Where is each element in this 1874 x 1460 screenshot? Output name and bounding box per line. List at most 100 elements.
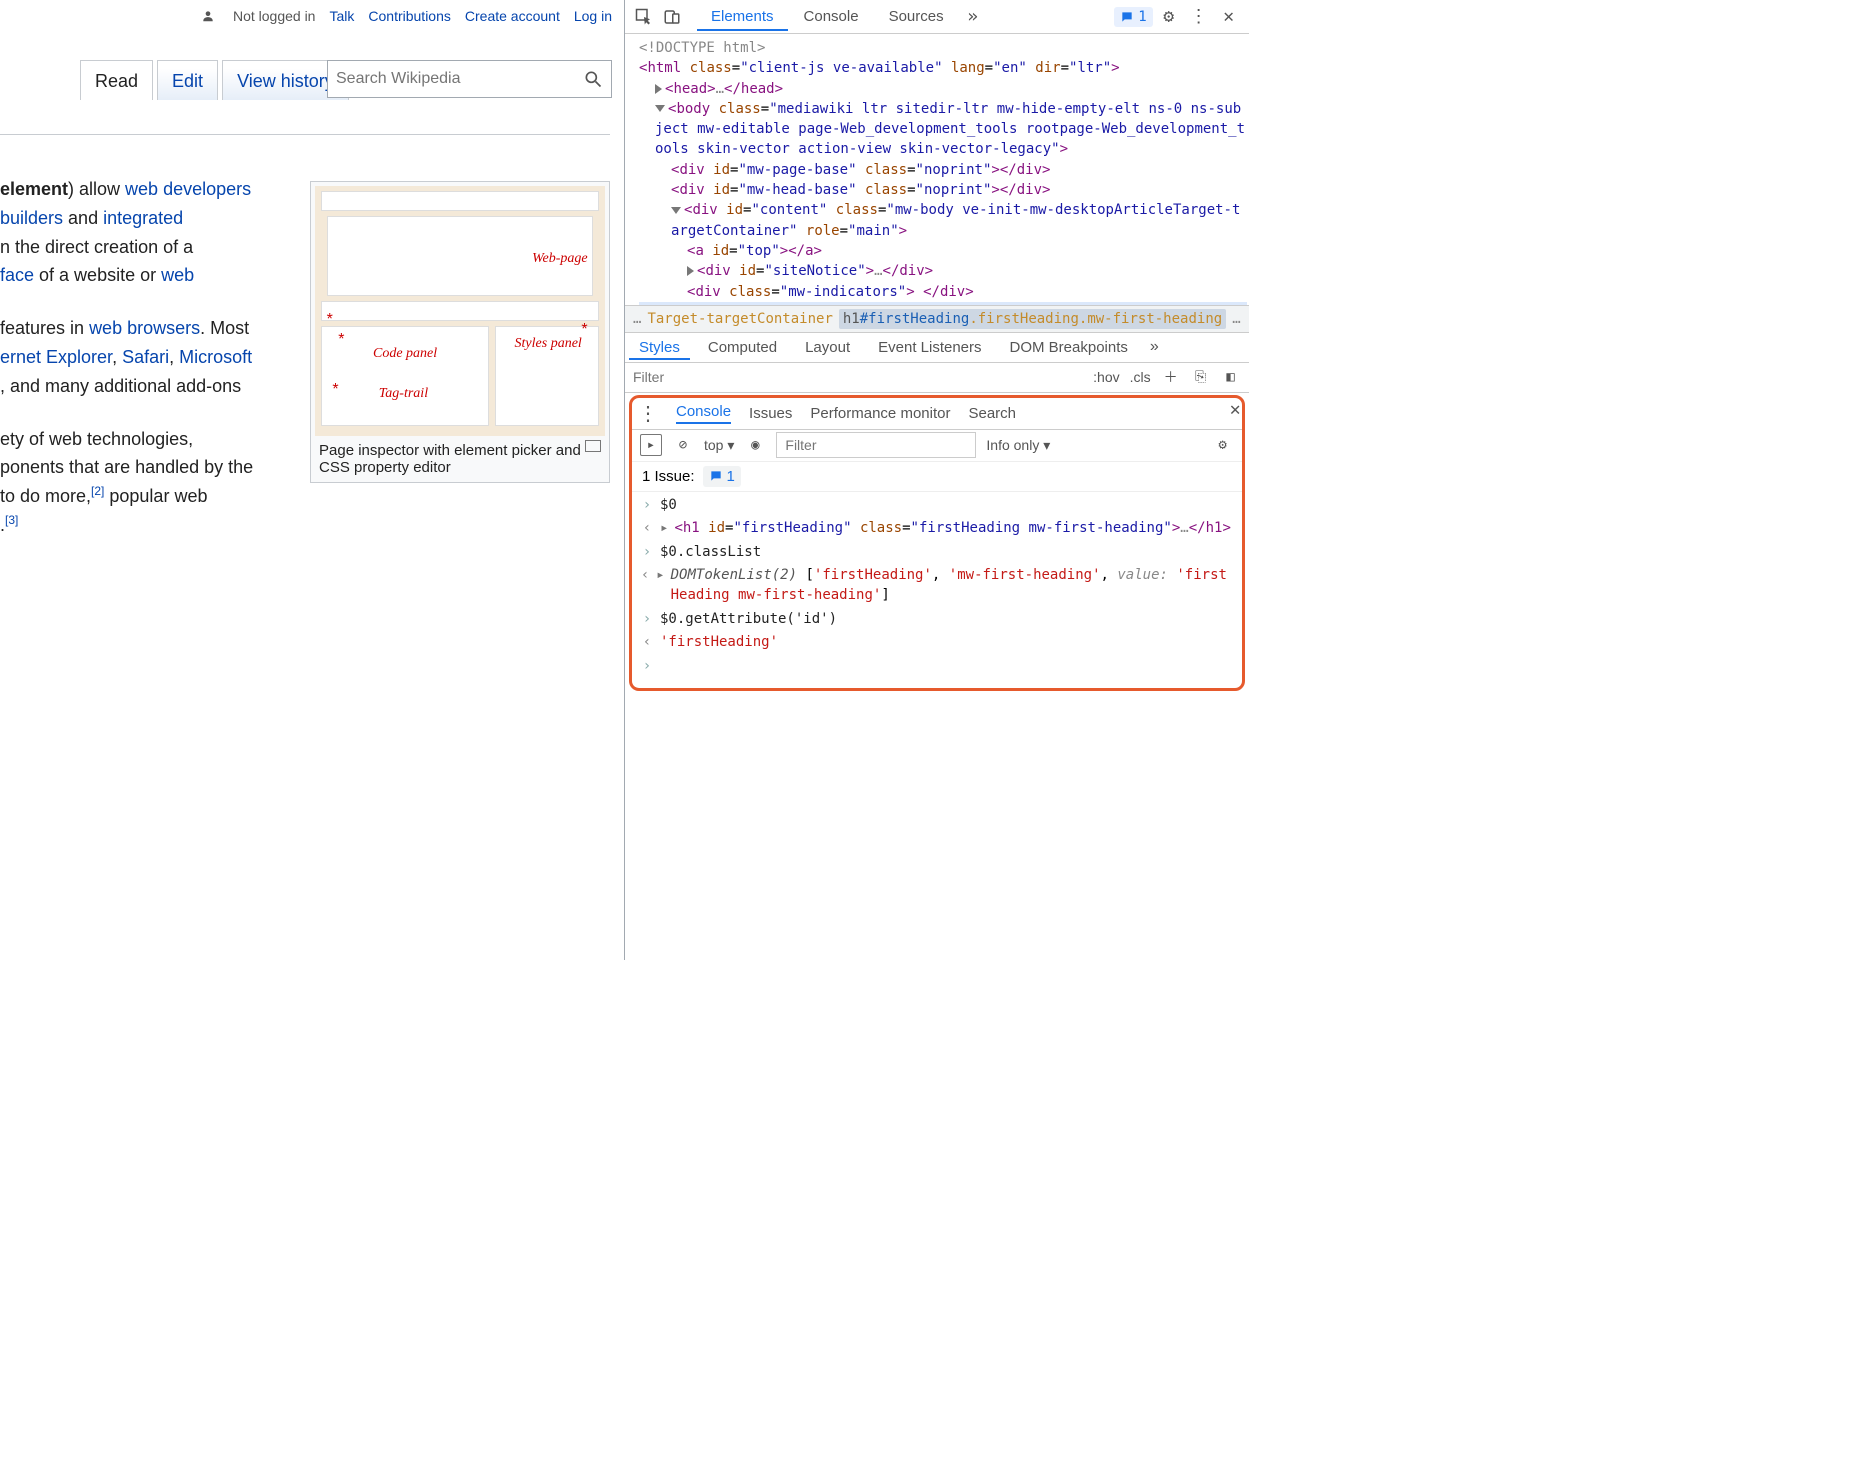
contributions-link[interactable]: Contributions [368,8,451,24]
log-in-link[interactable]: Log in [574,8,612,24]
console-body[interactable]: $0 ▸<h1 id="firstHeading" class="firstHe… [632,492,1242,685]
drawer-menu-icon[interactable]: ⋮ [638,401,658,426]
console-input-row[interactable]: $0.getAttribute('id') [638,608,1236,632]
link-integrated[interactable]: integrated [103,208,183,228]
issues-pill[interactable]: 1 [1114,7,1152,27]
close-icon[interactable]: ✕ [1215,6,1243,27]
citation-link[interactable]: [2] [91,484,104,498]
search-input[interactable] [336,70,583,88]
issues-badge[interactable]: 1 [703,466,741,487]
link-web-browsers[interactable]: web browsers [89,318,200,338]
stab-layout[interactable]: Layout [795,335,860,360]
styles-filter-input[interactable] [633,369,1083,385]
drawer-tab-perf[interactable]: Performance monitor [810,405,950,422]
drawer-tab-issues[interactable]: Issues [749,405,792,422]
stab-event-listeners[interactable]: Event Listeners [868,335,991,360]
kebab-icon[interactable]: ⋮ [1185,6,1213,27]
crumb-selected[interactable]: h1#firstHeading.firstHeading.mw-first-he… [839,309,1226,329]
enlarge-icon[interactable] [585,440,601,452]
console-output-row[interactable]: ▸<h1 id="firstHeading" class="firstHeadi… [638,517,1236,541]
thumb-label-stylespanel: Styles panel [515,336,582,352]
toggle-sidebar-icon[interactable]: ▸ [640,434,662,456]
toggle-sidebar-icon[interactable]: ◧ [1221,367,1241,387]
content-page: Not logged in Talk Contributions Create … [0,0,625,960]
copy-style-icon[interactable]: ⎘ [1191,367,1211,387]
tab-sources[interactable]: Sources [875,2,958,31]
dom-breadcrumbs: … Target-targetContainer h1#firstHeading… [625,305,1249,333]
link-safari[interactable]: Safari [122,347,169,367]
dom-row[interactable]: <div id="content" class="mw-body ve-init… [639,200,1247,241]
dom-tree[interactable]: <!DOCTYPE html> <html class="client-js v… [625,34,1249,305]
not-logged-in-label: Not logged in [233,8,316,24]
drawer-close-icon[interactable]: ✕ [1230,399,1241,420]
page-tabs: Read Edit View history [80,60,349,100]
drawer-tabbar: ⋮ Console Issues Performance monitor Sea… [632,398,1242,430]
new-style-icon[interactable]: ＋ [1161,367,1181,387]
link-ie[interactable]: ernet Explorer [0,347,112,367]
console-filter-input[interactable] [776,432,976,458]
article-body: Web-page Code panel Styles panel Tag-tra… [0,120,624,960]
cls-toggle[interactable]: .cls [1130,369,1151,385]
crumb-overflow[interactable]: … [633,311,641,327]
thumbnail-image[interactable]: Web-page Code panel Styles panel Tag-tra… [315,186,605,436]
devtools-panel: Elements Console Sources » 1 ⚙ ⋮ ✕ <!DOC… [625,0,1249,960]
dom-row[interactable]: <!DOCTYPE html> [639,38,1247,58]
talk-link[interactable]: Talk [329,8,354,24]
article-thumbnail: Web-page Code panel Styles panel Tag-tra… [310,181,610,483]
tab-elements[interactable]: Elements [697,2,788,31]
thumb-label-tagtrail: Tag-trail [379,386,428,402]
clear-console-icon[interactable]: ⊘ [672,434,694,456]
dom-row[interactable]: <div class="mw-indicators"> </div> [639,282,1247,302]
drawer-tab-console[interactable]: Console [676,403,731,424]
search-box[interactable] [327,60,612,98]
tab-console[interactable]: Console [790,2,873,31]
link-web[interactable]: web [161,265,194,285]
live-expression-icon[interactable]: ◉ [744,434,766,456]
dom-row[interactable]: <div id="mw-page-base" class="noprint"><… [639,160,1247,180]
console-output-row[interactable]: ▸DOMTokenList(2) ['firstHeading', 'mw-fi… [638,564,1236,607]
execution-context-select[interactable]: top ▾ [704,437,734,454]
styles-tabbar: Styles Computed Layout Event Listeners D… [625,333,1249,363]
user-icon [201,9,219,23]
link-microsoft[interactable]: Microsoft [179,347,252,367]
link-face[interactable]: face [0,265,34,285]
dom-row[interactable]: <a id="top"></a> [639,241,1247,261]
device-toolbar-icon[interactable] [659,4,685,30]
drawer-tab-search[interactable]: Search [968,405,1016,422]
crumb-overflow[interactable]: … [1232,311,1240,327]
log-level-select[interactable]: Info only ▾ [986,437,1050,454]
dom-row[interactable]: <div id="siteNotice">…</div> [639,261,1247,281]
issues-label: 1 Issue: [642,468,695,485]
stab-styles[interactable]: Styles [629,335,690,360]
stab-dom-breakpoints[interactable]: DOM Breakpoints [1000,335,1138,360]
thumbnail-caption: Page inspector with element picker and C… [315,436,605,478]
more-tabs-icon[interactable]: » [960,4,986,30]
stab-computed[interactable]: Computed [698,335,787,360]
console-prompt[interactable] [638,655,1236,679]
link-builders[interactable]: builders [0,208,63,228]
create-account-link[interactable]: Create account [465,8,560,24]
citation-link[interactable]: [3] [5,513,18,527]
inspect-element-icon[interactable] [631,4,657,30]
hov-toggle[interactable]: :hov [1093,369,1119,385]
search-icon[interactable] [583,69,603,89]
tab-edit[interactable]: Edit [157,60,218,100]
dom-row[interactable]: <head>…</head> [639,79,1247,99]
devtools-drawer: ✕ ⋮ Console Issues Performance monitor S… [625,393,1249,698]
dom-row[interactable]: <html class="client-js ve-available" lan… [639,58,1247,78]
console-input-row[interactable]: $0.classList [638,541,1236,565]
console-output-row[interactable]: 'firstHeading' [638,631,1236,655]
console-settings-icon[interactable]: ⚙ [1212,434,1234,456]
link-web-developers[interactable]: web developers [125,179,251,199]
dom-row[interactable]: <div id="mw-head-base" class="noprint"><… [639,180,1247,200]
dom-row-selected[interactable]: <h1 id="firstHeading" class="firstHeadin… [639,302,1247,305]
console-toolbar: ▸ ⊘ top ▾ ◉ Info only ▾ ⚙ [632,430,1242,462]
crumb[interactable]: Target-targetContainer [647,311,832,327]
thumb-label-codepanel: Code panel [373,346,437,362]
console-input-row[interactable]: $0 [638,494,1236,518]
dom-row[interactable]: <body class="mediawiki ltr sitedir-ltr m… [639,99,1247,160]
tab-read[interactable]: Read [80,60,153,100]
more-tabs-icon[interactable]: » [1146,338,1163,356]
styles-filter-bar: :hov .cls ＋ ⎘ ◧ [625,363,1249,393]
settings-icon[interactable]: ⚙ [1155,6,1183,27]
